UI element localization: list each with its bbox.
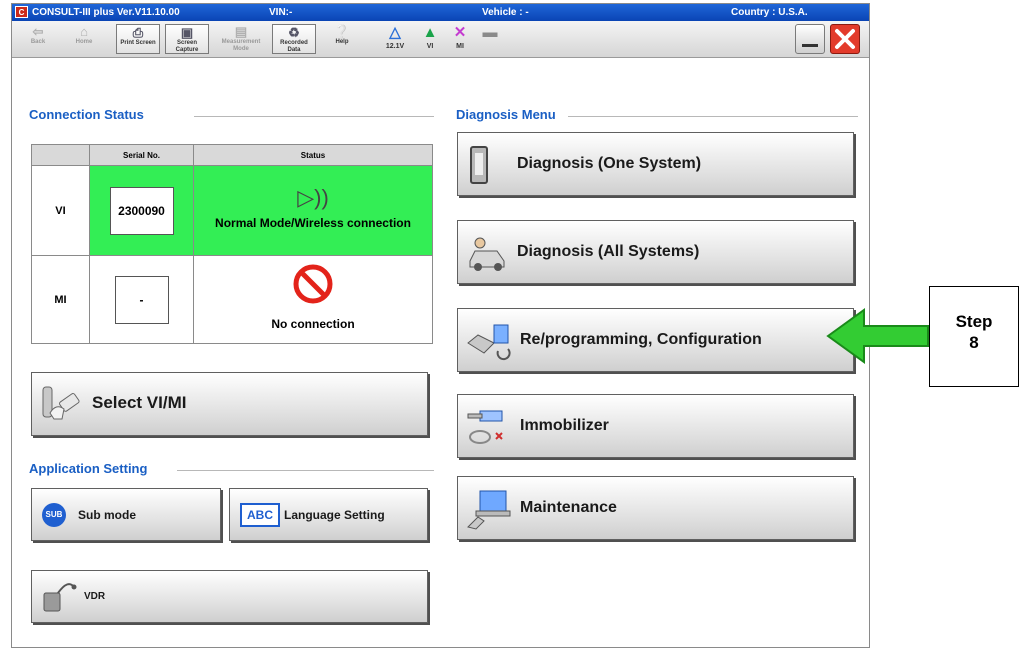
step-callout-label: Step [955,312,993,331]
language-setting-button[interactable]: ABC Language Setting [229,488,428,541]
mi-status-cell: No connection [193,255,433,344]
minimize-icon [802,44,818,47]
connection-status-title: Connection Status [29,107,144,122]
print-screen-button[interactable]: ⎙ Print Screen [116,24,160,54]
help-button[interactable]: ❔ Help [320,24,364,54]
no-connection-icon [293,264,333,303]
reprogramming-icon [467,324,511,361]
measurement-mode-button[interactable]: ▤ Measurement Mode [219,24,263,54]
battery-voltage-indicator: △ 12.1V [377,23,413,50]
diagnosis-one-system-button[interactable]: Diagnosis (One System) [457,132,854,196]
step-callout-box: Step 8 [929,286,1019,387]
table-row: VI 2300090 ▷)) Normal Mode/Wireless conn… [31,165,433,256]
step-callout-number: 8 [969,333,979,352]
diagnosis-menu-title: Diagnosis Menu [456,107,556,122]
screen-capture-button[interactable]: ▣ Screen Capture [165,24,209,54]
table-row: MI - No connection [31,255,433,344]
vi-indicator: ▲ VI [417,23,443,50]
select-vi-mi-icon [42,386,80,420]
close-icon [835,29,855,49]
vi-status-text: Normal Mode/Wireless connection [215,216,411,230]
signal-icon: ▲ [422,24,438,41]
recorded-data-button[interactable]: ♻ Recorded Data [272,24,316,54]
camera-icon: ▣ [180,25,194,40]
consult-window: C CONSULT-III plus Ver.V11.10.00 VIN:- V… [11,3,870,648]
vi-status-cell: ▷)) Normal Mode/Wireless connection [193,165,433,256]
title-bar: C CONSULT-III plus Ver.V11.10.00 VIN:- V… [12,4,869,21]
home-button[interactable]: ⌂ Home [62,24,106,54]
diagnosis-all-systems-button[interactable]: Diagnosis (All Systems) [457,220,854,284]
help-icon: ❔ [333,24,351,39]
toolbar: ⇦ Back ⌂ Home ⎙ Print Screen ▣ Screen Ca… [12,21,869,58]
minimize-button[interactable] [795,24,825,54]
maintenance-icon [467,490,511,530]
status-header: Status [193,144,433,166]
serial-no-header: Serial No. [89,144,194,166]
meter-icon: ▤ [234,24,248,39]
mi-serial-value: - [114,275,169,324]
back-arrow-icon: ⇦ [32,24,44,39]
sub-mode-icon: SUB [42,503,66,527]
reprogramming-configuration-button[interactable]: Re/programming, Configuration [457,308,854,372]
sub-mode-button[interactable]: SUB Sub mode [31,488,221,541]
callout-arrow-icon [826,308,929,364]
immobilizer-button[interactable]: Immobilizer [457,394,854,458]
close-button[interactable] [830,24,860,54]
app-title: CONSULT-III plus Ver.V11.10.00 [32,7,180,18]
wireless-signal-icon: ▷)) [297,185,329,210]
connection-status-table: Serial No. Status VI 2300090 ▷)) Normal … [31,144,433,344]
section-divider [194,116,434,117]
vehicle-label: Vehicle : - [482,7,529,18]
car-diagnosis-icon [469,237,505,271]
immobilizer-key-icon [467,410,503,444]
home-icon: ⌂ [80,24,88,39]
section-divider [568,116,858,117]
vdr-icon [43,583,77,612]
section-divider [177,470,434,471]
car-icon: △ [389,24,401,41]
mi-serial-cell: - [89,255,194,344]
country-label: Country : U.S.A. [731,7,808,18]
maintenance-button[interactable]: Maintenance [457,476,854,540]
table-header-corner [31,144,90,166]
recorded-data-icon: ♻ [288,25,300,40]
status-indicator: ▬ [479,23,501,43]
mi-row-label: MI [31,255,90,344]
ecu-module-icon [470,146,488,184]
vi-row-label: VI [31,165,90,256]
select-vi-mi-button[interactable]: Select VI/MI [31,372,428,436]
battery-icon: ▬ [482,24,498,41]
vin-label: VIN:- [269,7,293,18]
mi-indicator: ✕ MI [447,23,473,50]
application-setting-title: Application Setting [29,461,148,476]
language-abc-icon: ABC [240,503,280,527]
vi-serial-value: 2300090 [109,186,174,235]
mi-status-text: No connection [271,316,355,331]
vi-serial-cell: 2300090 [89,165,194,256]
back-button[interactable]: ⇦ Back [16,24,60,54]
disconnected-x-icon: ✕ [453,24,467,41]
vdr-button[interactable]: VDR [31,570,428,623]
printer-icon: ⎙ [132,25,144,40]
app-logo-icon: C [15,6,28,18]
